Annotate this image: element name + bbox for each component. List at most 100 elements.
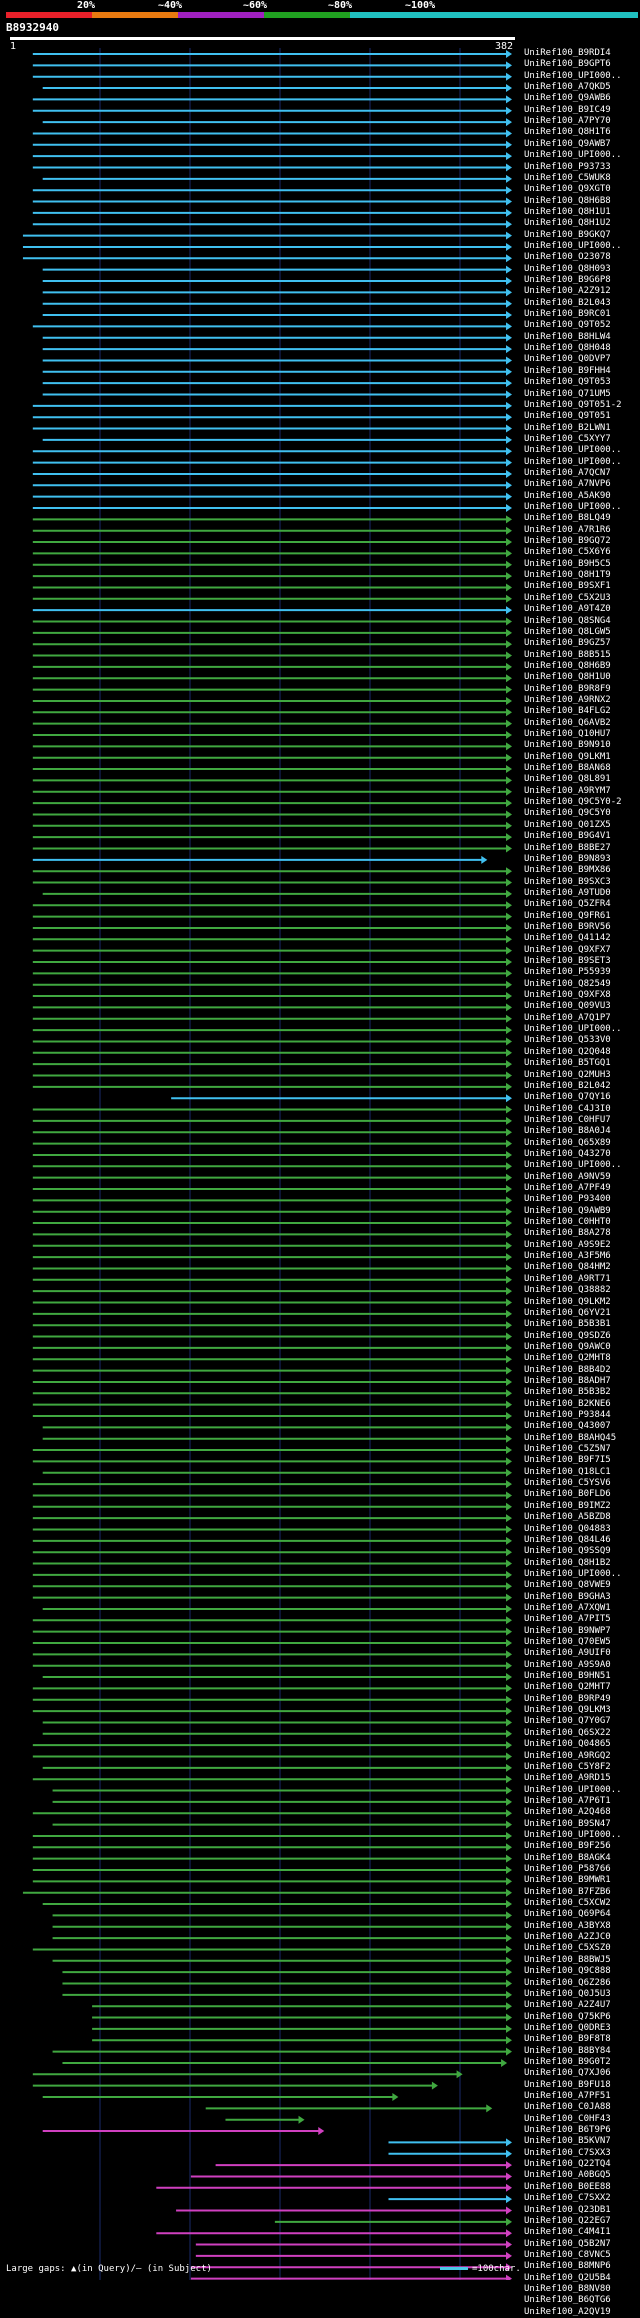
hit-label[interactable]: UniRef100_B8HLW4 (524, 332, 611, 343)
hit-label[interactable]: UniRef100_B9F256 (524, 1841, 611, 1852)
hit-label[interactable]: UniRef100_B9RV56 (524, 922, 611, 933)
hit-label[interactable]: UniRef100_UPI000.. (524, 1830, 622, 1841)
hit-label[interactable]: UniRef100_Q8H1U0 (524, 672, 611, 683)
hit-label[interactable]: UniRef100_B8NV80 (524, 2284, 611, 2295)
hit-label[interactable]: UniRef100_B9FHH4 (524, 366, 611, 377)
hit-label[interactable]: UniRef100_A2ZJC0 (524, 1932, 611, 1943)
hit-label[interactable]: UniRef100_Q9SSQ9 (524, 1546, 611, 1557)
hit-label[interactable]: UniRef100_B5B3B2 (524, 1387, 611, 1398)
hit-label[interactable]: UniRef100_Q8LGW5 (524, 627, 611, 638)
hit-label[interactable]: UniRef100_Q9XFX8 (524, 990, 611, 1001)
hit-label[interactable]: UniRef100_Q7QY16 (524, 1092, 611, 1103)
hit-label[interactable]: UniRef100_A7P6T1 (524, 1796, 611, 1807)
hit-label[interactable]: UniRef100_B8AGK4 (524, 1853, 611, 1864)
hit-label[interactable]: UniRef100_UPI000.. (524, 241, 622, 252)
hit-label[interactable]: UniRef100_Q7Y0G7 (524, 1716, 611, 1727)
hit-label[interactable]: UniRef100_B9G6P8 (524, 275, 611, 286)
hit-label[interactable]: UniRef100_Q23DB1 (524, 2205, 611, 2216)
hit-label[interactable]: UniRef100_C0HHT0 (524, 1217, 611, 1228)
hit-label[interactable]: UniRef100_UPI000.. (524, 445, 622, 456)
hit-label[interactable]: UniRef100_Q8H1U1 (524, 207, 611, 218)
hit-label[interactable]: UniRef100_Q8H1T6 (524, 127, 611, 138)
hit-label[interactable]: UniRef100_B9GKQ7 (524, 230, 611, 241)
hit-label[interactable]: UniRef100_B9N893 (524, 854, 611, 865)
hit-label[interactable]: UniRef100_Q22TQ4 (524, 2159, 611, 2170)
hit-label[interactable]: UniRef100_B9SXC3 (524, 877, 611, 888)
hit-label[interactable]: UniRef100_A9S9A0 (524, 1660, 611, 1671)
hit-label[interactable]: UniRef100_Q9AWB7 (524, 139, 611, 150)
hit-label[interactable]: UniRef100_Q9XFX7 (524, 945, 611, 956)
hit-label[interactable]: UniRef100_B9MWR1 (524, 1875, 611, 1886)
hit-label[interactable]: UniRef100_A5AK90 (524, 491, 611, 502)
hit-label[interactable]: UniRef100_C4M4I1 (524, 2227, 611, 2238)
hit-label[interactable]: UniRef100_Q9LKM1 (524, 752, 611, 763)
hit-label[interactable]: UniRef100_A9RYM7 (524, 786, 611, 797)
hit-label[interactable]: UniRef100_B9IMZ2 (524, 1501, 611, 1512)
hit-label[interactable]: UniRef100_Q09VU3 (524, 1001, 611, 1012)
hit-label[interactable]: UniRef100_P93844 (524, 1410, 611, 1421)
hit-label[interactable]: UniRef100_Q8H1T9 (524, 570, 611, 581)
hit-label[interactable]: UniRef100_A7PF51 (524, 2091, 611, 2102)
hit-label[interactable]: UniRef100_Q01ZX5 (524, 820, 611, 831)
hit-label[interactable]: UniRef100_B8BE27 (524, 843, 611, 854)
hit-label[interactable]: UniRef100_B9SXF1 (524, 581, 611, 592)
hit-label[interactable]: UniRef100_C5XYY7 (524, 434, 611, 445)
hit-label[interactable]: UniRef100_B6QTG6 (524, 2295, 611, 2306)
hit-label[interactable]: UniRef100_B6T9P6 (524, 2125, 611, 2136)
hit-label[interactable]: UniRef100_Q9C5Y0-2 (524, 797, 622, 808)
hit-label[interactable]: UniRef100_A7QCN7 (524, 468, 611, 479)
hit-label[interactable]: UniRef100_C5Z5N7 (524, 1444, 611, 1455)
hit-label[interactable]: UniRef100_UPI000.. (524, 502, 622, 513)
hit-label[interactable]: UniRef100_Q04883 (524, 1524, 611, 1535)
hit-label[interactable]: UniRef100_Q8H1B2 (524, 1558, 611, 1569)
hit-label[interactable]: UniRef100_P58766 (524, 1864, 611, 1875)
hit-label[interactable]: UniRef100_A9S9E2 (524, 1240, 611, 1251)
hit-label[interactable]: UniRef100_Q9T053 (524, 377, 611, 388)
hit-label[interactable]: UniRef100_A0BGQ5 (524, 2170, 611, 2181)
hit-label[interactable]: UniRef100_B2LWN1 (524, 423, 611, 434)
hit-label[interactable]: UniRef100_B9RP49 (524, 1694, 611, 1705)
hit-label[interactable]: UniRef100_Q7XJ06 (524, 2068, 611, 2079)
hit-label[interactable]: UniRef100_Q6AVB2 (524, 718, 611, 729)
hit-label[interactable]: UniRef100_B5B3B1 (524, 1319, 611, 1330)
hit-label[interactable]: UniRef100_Q8SNG4 (524, 616, 611, 627)
hit-label[interactable]: UniRef100_A7PY70 (524, 116, 611, 127)
hit-label[interactable]: UniRef100_Q84HM2 (524, 1262, 611, 1273)
hit-label[interactable]: UniRef100_UPI000.. (524, 1160, 622, 1171)
hit-label[interactable]: UniRef100_B8B515 (524, 650, 611, 661)
hit-label[interactable]: UniRef100_B9F7I5 (524, 1455, 611, 1466)
hit-label[interactable]: UniRef100_B9SN47 (524, 1819, 611, 1830)
hit-label[interactable]: UniRef100_B9G0T2 (524, 2057, 611, 2068)
hit-label[interactable]: UniRef100_B8AHQ45 (524, 1433, 616, 1444)
hit-label[interactable]: UniRef100_C0JA88 (524, 2102, 611, 2113)
hit-label[interactable]: UniRef100_Q2Q048 (524, 1047, 611, 1058)
hit-label[interactable]: UniRef100_Q533V0 (524, 1035, 611, 1046)
hit-label[interactable]: UniRef100_A2QV19 (524, 2307, 611, 2318)
hit-label[interactable]: UniRef100_Q6YV21 (524, 1308, 611, 1319)
hit-label[interactable]: UniRef100_UPI000.. (524, 1569, 622, 1580)
hit-label[interactable]: UniRef100_A9RGQ2 (524, 1751, 611, 1762)
hit-label[interactable]: UniRef100_B9GZ57 (524, 638, 611, 649)
hit-label[interactable]: UniRef100_O23078 (524, 252, 611, 263)
hit-label[interactable]: UniRef100_B8AN68 (524, 763, 611, 774)
hit-label[interactable]: UniRef100_C7SXX3 (524, 2148, 611, 2159)
hit-label[interactable]: UniRef100_B8LQ49 (524, 513, 611, 524)
hit-label[interactable]: UniRef100_C0HFU7 (524, 1115, 611, 1126)
hit-label[interactable]: UniRef100_B5TGQ1 (524, 1058, 611, 1069)
hit-label[interactable]: UniRef100_Q69P64 (524, 1909, 611, 1920)
hit-label[interactable]: UniRef100_B0FLD6 (524, 1489, 611, 1500)
hit-label[interactable]: UniRef100_A9T4Z0 (524, 604, 611, 615)
hit-label[interactable]: UniRef100_A9NV59 (524, 1172, 611, 1183)
hit-label[interactable]: UniRef100_B2L042 (524, 1081, 611, 1092)
hit-label[interactable]: UniRef100_Q9SDZ6 (524, 1331, 611, 1342)
hit-label[interactable]: UniRef100_C0HF43 (524, 2114, 611, 2125)
hit-label[interactable]: UniRef100_B2L043 (524, 298, 611, 309)
hit-label[interactable]: UniRef100_B9RDI4 (524, 48, 611, 59)
hit-label[interactable]: UniRef100_B9MX86 (524, 865, 611, 876)
hit-label[interactable]: UniRef100_B8A0J4 (524, 1126, 611, 1137)
hit-label[interactable]: UniRef100_Q5ZFR4 (524, 899, 611, 910)
hit-label[interactable]: UniRef100_A2Z4U7 (524, 2000, 611, 2011)
hit-label[interactable]: UniRef100_Q9LKM3 (524, 1705, 611, 1716)
hit-label[interactable]: UniRef100_C7SXX2 (524, 2193, 611, 2204)
hit-label[interactable]: UniRef100_Q18LC1 (524, 1467, 611, 1478)
